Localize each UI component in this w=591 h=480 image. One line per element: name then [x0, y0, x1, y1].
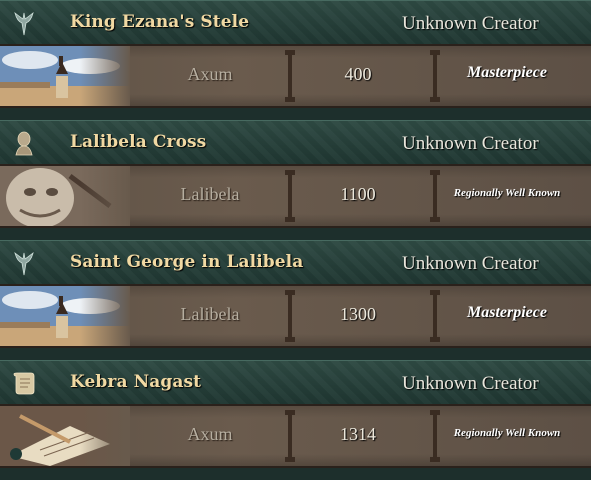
- work-header: Saint George in Lalibela Unknown Creator: [0, 240, 591, 284]
- work-details: Axum 400 Masterpiece: [0, 44, 591, 108]
- work-entry[interactable]: Lalibela Cross Unknown Creator Lalibela …: [0, 120, 591, 240]
- column-divider: [285, 290, 295, 342]
- column-divider: [430, 170, 440, 222]
- work-title: Lalibela Cross: [70, 132, 207, 152]
- work-title: Saint George in Lalibela: [70, 252, 304, 272]
- work-entry[interactable]: Kebra Nagast Unknown Creator Axum 1314 R…: [0, 360, 591, 480]
- work-creator: Unknown Creator: [402, 13, 539, 34]
- column-divider: [285, 410, 295, 462]
- work-year: 1100: [340, 184, 376, 204]
- work-details: Lalibela 1300 Masterpiece: [0, 284, 591, 348]
- quill-writing-image: [0, 406, 130, 466]
- work-year: 1314: [340, 424, 376, 444]
- work-entry[interactable]: Saint George in Lalibela Unknown Creator…: [0, 240, 591, 360]
- work-creator: Unknown Creator: [402, 373, 539, 394]
- sculpture-face-image: [0, 166, 130, 226]
- scroll-icon: [10, 369, 38, 397]
- column-divider: [430, 50, 440, 102]
- statue-plaza-image: [0, 286, 130, 346]
- work-title: Kebra Nagast: [70, 372, 202, 392]
- great-works-list: King Ezana's Stele Unknown Creator Axum: [0, 0, 591, 468]
- work-details: Axum 1314 Regionally Well Known: [0, 404, 591, 468]
- work-entry[interactable]: King Ezana's Stele Unknown Creator Axum: [0, 0, 591, 120]
- work-header: Kebra Nagast Unknown Creator: [0, 360, 591, 404]
- monument-icon: [10, 9, 38, 37]
- bust-icon: [10, 129, 38, 157]
- work-rank: Regionally Well Known: [453, 427, 561, 439]
- column-divider: [285, 170, 295, 222]
- column-divider: [430, 410, 440, 462]
- work-creator: Unknown Creator: [402, 133, 539, 154]
- work-location: Lalibela: [180, 184, 240, 204]
- work-rank: Masterpiece: [467, 64, 547, 81]
- work-rank: Regionally Well Known: [453, 187, 561, 199]
- work-location: Axum: [187, 64, 233, 84]
- work-title: King Ezana's Stele: [70, 12, 250, 32]
- work-location: Axum: [187, 424, 233, 444]
- work-location: Lalibela: [180, 304, 240, 324]
- work-rank: Masterpiece: [467, 304, 547, 321]
- statue-plaza-image: [0, 46, 130, 106]
- work-header: Lalibela Cross Unknown Creator: [0, 120, 591, 164]
- work-details: Lalibela 1100 Regionally Well Known: [0, 164, 591, 228]
- monument-icon: [10, 249, 38, 277]
- column-divider: [285, 50, 295, 102]
- work-year: 400: [344, 64, 372, 84]
- work-creator: Unknown Creator: [402, 253, 539, 274]
- column-divider: [430, 290, 440, 342]
- work-year: 1300: [340, 304, 376, 324]
- work-header: King Ezana's Stele Unknown Creator: [0, 0, 591, 44]
